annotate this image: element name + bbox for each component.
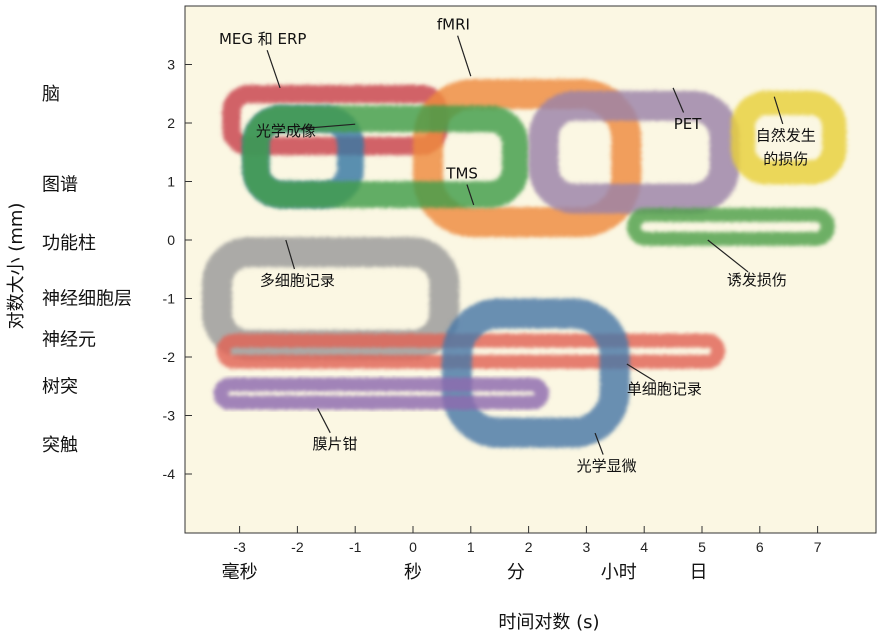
y-tick-label: 1 xyxy=(167,174,175,190)
x-tick-label: 2 xyxy=(525,539,533,555)
y-level-label: 图谱 xyxy=(42,174,78,195)
annotation-label: 的损伤 xyxy=(763,150,808,168)
y-tick-label: -3 xyxy=(163,408,176,424)
x-unit-label: 分 xyxy=(507,562,525,583)
x-tick-label: 3 xyxy=(583,539,591,555)
annotation-label: 光学显微 xyxy=(577,457,637,475)
x-unit-label: 秒 xyxy=(404,562,422,583)
annotation-label: TMS xyxy=(445,165,478,183)
x-unit-label: 毫秒 xyxy=(222,562,258,583)
x-tick-label: 5 xyxy=(698,539,706,555)
x-axis-title: 时间对数 (s) xyxy=(498,612,599,633)
y-tick-label: 3 xyxy=(167,57,175,73)
annotation-label: MEG 和 ERP xyxy=(219,30,307,48)
x-unit-label: 小时 xyxy=(601,562,637,583)
chart: -3 -2 -1 0 1 2 3 4 5 6 7 3 2 1 0 -1 -2 -3 -4 脑图谱功能柱神经细胞层神经元… xyxy=(6,5,877,633)
y-level-label: 功能柱 xyxy=(42,233,96,254)
y-tick-label: 2 xyxy=(167,115,175,131)
x-tick-label: 0 xyxy=(409,539,417,555)
y-level-label: 神经元 xyxy=(42,329,96,350)
y-level-label: 神经细胞层 xyxy=(42,289,132,310)
y-tick-label: -1 xyxy=(163,291,176,307)
x-tick-label: -3 xyxy=(233,539,246,555)
y-tick-label: -2 xyxy=(163,349,176,365)
y-tick-label: 0 xyxy=(167,232,175,248)
annotation-label: 多细胞记录 xyxy=(260,272,335,290)
annotation-label: 诱发损伤 xyxy=(727,271,787,289)
y-level-label: 树突 xyxy=(42,376,78,397)
y-axis-title: 对数大小 (mm) xyxy=(6,203,27,330)
x-tick-label: 1 xyxy=(467,539,475,555)
y-level-label: 脑 xyxy=(42,84,60,105)
x-tick-label: -1 xyxy=(349,539,362,555)
x-tick-label: 4 xyxy=(640,539,648,555)
annotation-label: 光学成像 xyxy=(256,122,316,140)
y-tick-label: -4 xyxy=(163,466,176,482)
x-tick-label: 7 xyxy=(814,539,822,555)
x-unit-label: 日 xyxy=(690,562,708,583)
y-level-label: 突触 xyxy=(42,435,78,456)
annotation-label: 膜片钳 xyxy=(312,435,357,453)
x-tick-label: 6 xyxy=(756,539,764,555)
annotation-label: PET xyxy=(674,115,703,133)
annotation-label: 单细胞记录 xyxy=(627,380,702,398)
annotation-label: 自然发生 xyxy=(756,127,816,145)
x-tick-label: -2 xyxy=(291,539,304,555)
annotation-label: fMRI xyxy=(437,15,470,33)
